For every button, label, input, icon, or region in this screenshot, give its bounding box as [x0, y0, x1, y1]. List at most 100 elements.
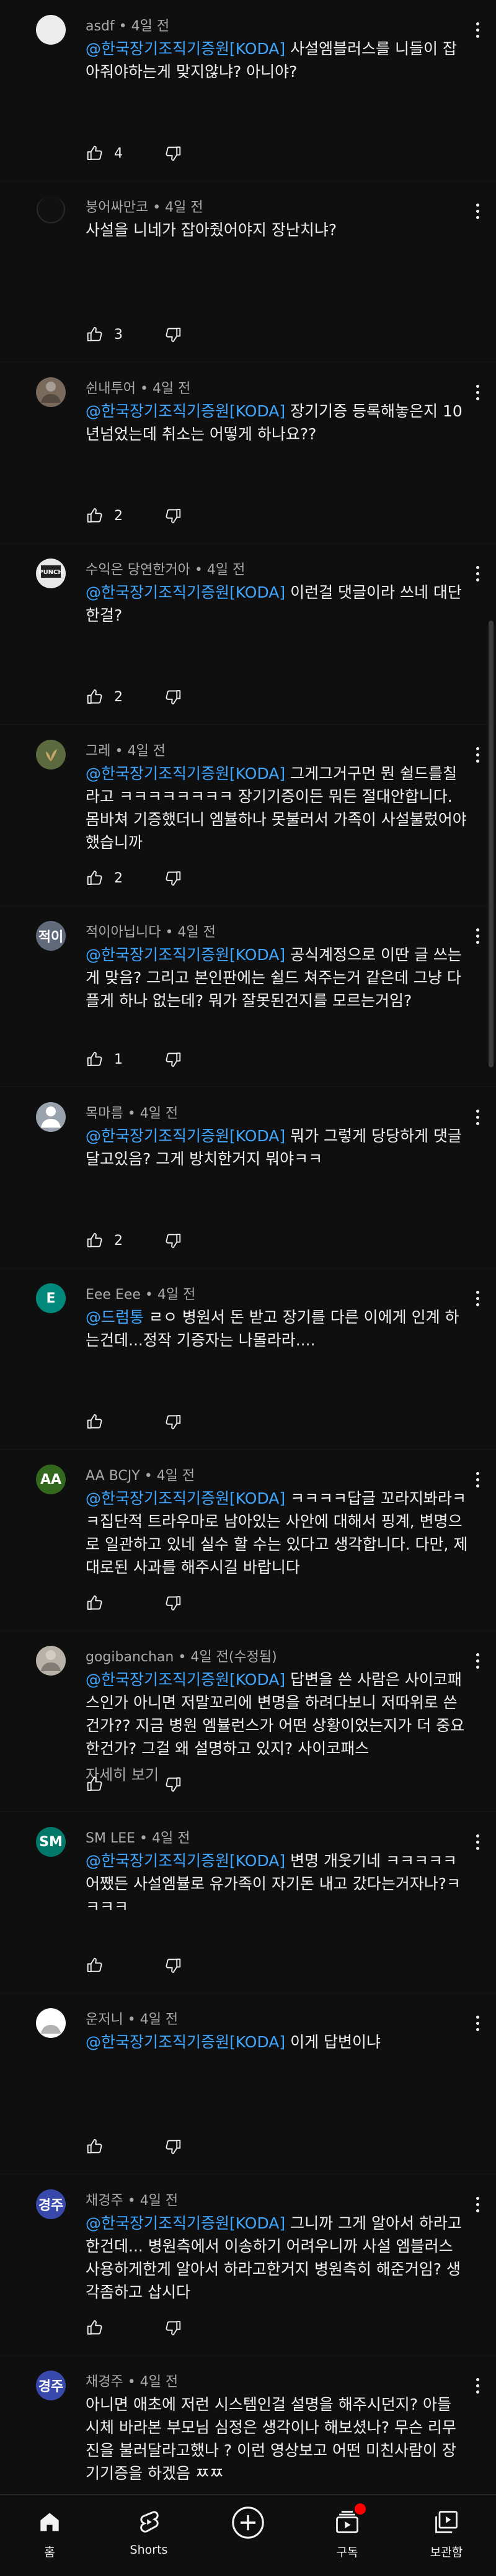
more-options-icon[interactable] [470, 2008, 485, 2038]
meta-separator: • [123, 1106, 140, 1121]
like-icon[interactable] [86, 1956, 104, 1975]
like-icon[interactable] [86, 688, 104, 706]
dislike-icon[interactable] [164, 1775, 182, 1793]
dislike-icon[interactable] [164, 869, 182, 887]
avatar[interactable]: AA [36, 1465, 66, 1494]
more-options-icon[interactable] [470, 559, 485, 588]
dislike-icon[interactable] [164, 2137, 182, 2156]
dislike-icon[interactable] [164, 1231, 182, 1250]
mention-link[interactable]: @한국장기조직기증원[KODA] [86, 40, 285, 58]
dislike-icon[interactable] [164, 688, 182, 706]
mention-link[interactable]: @한국장기조직기증원[KODA] [86, 1671, 285, 1689]
scrollbar-thumb[interactable] [489, 621, 494, 1067]
mention-link[interactable]: @한국장기조직기증원[KODA] [86, 765, 285, 783]
more-options-icon[interactable] [470, 1465, 485, 1494]
dislike-icon[interactable] [164, 1412, 182, 1431]
comment-author[interactable]: 붕어싸만코 [86, 200, 148, 215]
more-options-icon[interactable] [470, 2189, 485, 2219]
mention-link[interactable]: @한국장기조직기증원[KODA] [86, 583, 285, 601]
comment-item: asdf • 4일 전 @한국장기조직기증원[KODA] 사설엠블러스를 니들이 … [0, 0, 496, 181]
comment-author[interactable]: 적이아닙니다 [86, 925, 161, 940]
comment-author[interactable]: 수익은 당연한거아 [86, 562, 190, 578]
comment-author[interactable]: 목마름 [86, 1106, 123, 1121]
dislike-icon[interactable] [164, 325, 182, 344]
mention-link[interactable]: @드럼통 [86, 1308, 144, 1326]
nav-shorts[interactable]: Shorts [99, 2495, 198, 2557]
avatar[interactable]: E [36, 1283, 66, 1313]
more-options-icon[interactable] [470, 1827, 485, 1857]
dislike-icon[interactable] [164, 506, 182, 525]
comment-author[interactable]: SM LEE [86, 1831, 135, 1846]
dislike-icon[interactable] [164, 144, 182, 163]
like-icon[interactable] [86, 506, 104, 525]
avatar[interactable] [36, 1102, 66, 1132]
comment-text: 아니면 애초에 저런 시스템인걸 설명을 해주시던지? 아들 시체 바라본 부모… [86, 2393, 470, 2485]
comment-time: 4일 전 [206, 562, 246, 578]
dislike-icon[interactable] [164, 1956, 182, 1975]
meta-separator: • [148, 200, 166, 215]
comment-author[interactable]: asdf [86, 19, 115, 34]
mention-link[interactable]: @한국장기조직기증원[KODA] [86, 1489, 285, 1507]
dislike-icon[interactable] [164, 1050, 182, 1069]
dislike-icon[interactable] [164, 1594, 182, 1612]
more-options-icon[interactable] [470, 2371, 485, 2400]
comment-meta: SM LEE • 4일 전 [86, 1827, 190, 1847]
comment-author[interactable]: 그레 [86, 743, 110, 759]
avatar[interactable] [36, 2008, 66, 2038]
avatar[interactable] [36, 377, 66, 407]
like-icon[interactable] [86, 325, 104, 344]
avatar[interactable] [36, 15, 66, 45]
more-options-icon[interactable] [470, 377, 485, 407]
more-options-icon[interactable] [470, 196, 485, 226]
more-options-icon[interactable] [470, 15, 485, 45]
mention-link[interactable]: @한국장기조직기증원[KODA] [86, 402, 285, 420]
comment-author[interactable]: 채경주 [86, 2193, 123, 2209]
mention-link[interactable]: @한국장기조직기증원[KODA] [86, 2214, 285, 2232]
mention-link[interactable]: @한국장기조직기증원[KODA] [86, 2033, 285, 2051]
mention-link[interactable]: @한국장기조직기증원[KODA] [86, 1852, 285, 1870]
comment-author[interactable]: 채경주 [86, 2374, 123, 2390]
nav-subscriptions[interactable]: 구독 [298, 2495, 397, 2560]
comment-author[interactable]: AA BCJY [86, 1468, 140, 1484]
comment-author[interactable]: gogibanchan [86, 1649, 174, 1665]
like-icon[interactable] [86, 1594, 104, 1612]
like-icon[interactable] [86, 1231, 104, 1250]
avatar[interactable]: 적이 [36, 921, 66, 951]
more-options-icon[interactable] [470, 1283, 485, 1313]
comment-meta: 쉰내투어 • 4일 전 [86, 377, 190, 397]
comment-item: 목마름 • 4일 전 @한국장기조직기증원[KODA] 뭐가 그렇게 당당하게 댓… [0, 1087, 496, 1268]
avatar[interactable]: 경주 [36, 2189, 66, 2219]
avatar[interactable] [36, 1646, 66, 1676]
dislike-icon[interactable] [164, 2318, 182, 2337]
nav-create[interactable] [198, 2495, 298, 2543]
nav-home[interactable]: 홈 [0, 2495, 99, 2560]
avatar[interactable]: PUNCH [36, 559, 66, 588]
like-icon[interactable] [86, 1775, 104, 1793]
avatar[interactable]: 경주 [36, 2371, 66, 2400]
avatar[interactable] [36, 196, 66, 226]
more-options-icon[interactable] [470, 1102, 485, 1132]
mention-link[interactable]: @한국장기조직기증원[KODA] [86, 946, 285, 964]
scrollbar[interactable] [489, 0, 494, 2495]
comment-author[interactable]: 운저니 [86, 2012, 123, 2027]
comment-meta: 그레 • 4일 전 [86, 740, 166, 760]
avatar[interactable]: SM [36, 1827, 66, 1857]
like-icon[interactable] [86, 144, 104, 163]
comment-author[interactable]: Eee Eee [86, 1287, 141, 1303]
avatar[interactable] [36, 740, 66, 770]
like-icon[interactable] [86, 2318, 104, 2337]
comment-time: 4일 전 [190, 1649, 229, 1665]
more-options-icon[interactable] [470, 1646, 485, 1676]
like-icon[interactable] [86, 2137, 104, 2156]
nav-library[interactable]: 보관함 [397, 2495, 496, 2560]
more-options-icon[interactable] [470, 921, 485, 951]
comment-author[interactable]: 쉰내투어 [86, 381, 136, 397]
mention-link[interactable]: @한국장기조직기증원[KODA] [86, 1127, 285, 1145]
like-icon[interactable] [86, 1412, 104, 1431]
like-icon[interactable] [86, 1050, 104, 1069]
more-options-icon[interactable] [470, 740, 485, 770]
like-icon[interactable] [86, 869, 104, 887]
comment-meta: asdf • 4일 전 [86, 15, 169, 35]
dark-avatar [36, 196, 66, 226]
comment-text: @한국장기조직기증원[KODA] 그니까 그게 알아서 하라고한건데... 병원… [86, 2212, 470, 2304]
